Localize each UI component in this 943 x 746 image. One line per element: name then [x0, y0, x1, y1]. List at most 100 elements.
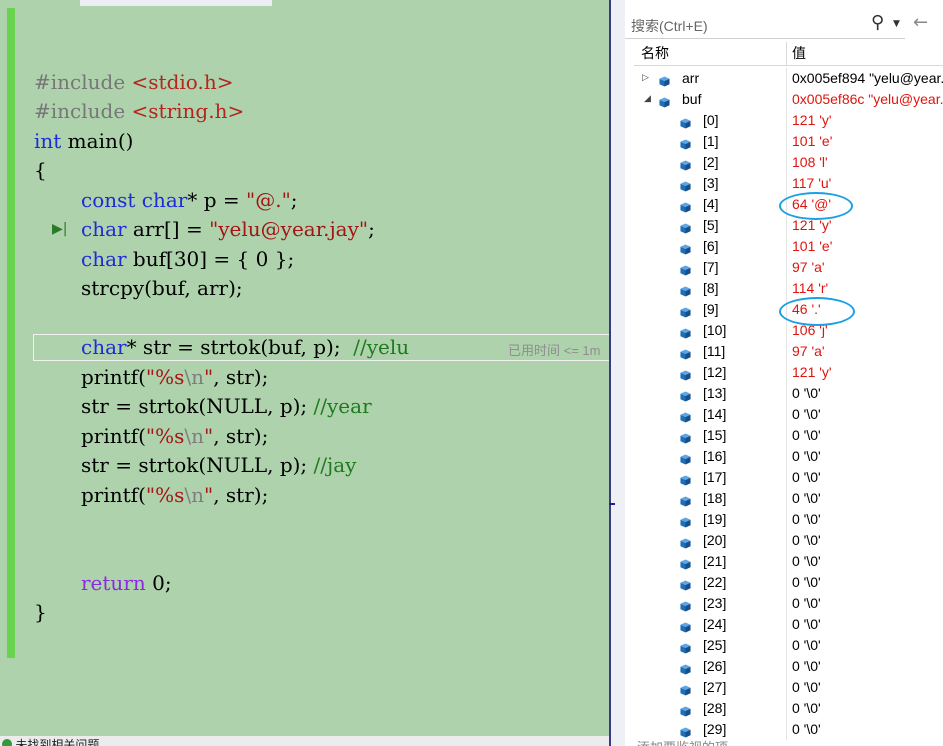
- watch-row[interactable]: [7] 97 'a': [625, 257, 943, 278]
- watch-item-value[interactable]: 101 'e': [792, 236, 832, 257]
- code-text: {: [34, 158, 47, 182]
- watch-item-value[interactable]: 0 '\0': [792, 488, 821, 509]
- watch-item-value[interactable]: 117 'u': [792, 173, 831, 194]
- watch-row[interactable]: [17] 0 '\0': [625, 467, 943, 488]
- watch-row[interactable]: [15] 0 '\0': [625, 425, 943, 446]
- watch-item-name: [20]: [703, 532, 727, 548]
- watch-item-value[interactable]: 0 '\0': [792, 425, 821, 446]
- watch-row[interactable]: [0] 121 'y': [625, 110, 943, 131]
- triangle-right-icon[interactable]: ▷: [642, 68, 649, 89]
- watch-item-value[interactable]: 97 'a': [792, 257, 825, 278]
- code-line-6: char arr[] = "yelu@year.jay";: [81, 214, 375, 244]
- cube-icon: [680, 345, 691, 360]
- watch-item-value[interactable]: 0x005ef86c "yelu@year.jay": [792, 89, 943, 110]
- watch-row[interactable]: [16] 0 '\0': [625, 446, 943, 467]
- string-literal: "%s: [145, 365, 185, 389]
- watch-item-name: [4]: [703, 196, 719, 212]
- watch-row[interactable]: ▷ arr 0x005ef894 "yelu@year.jay": [625, 68, 943, 89]
- watch-row[interactable]: [24] 0 '\0': [625, 614, 943, 635]
- watch-item-value[interactable]: 0 '\0': [792, 677, 821, 698]
- code-line-2: #include <string.h>: [34, 96, 244, 126]
- chevron-down-icon[interactable]: ▼: [893, 19, 900, 29]
- watch-item-value[interactable]: 121 'y': [792, 110, 832, 131]
- watch-row[interactable]: [13] 0 '\0': [625, 383, 943, 404]
- preprocessor: #include: [34, 70, 126, 94]
- watch-item-value[interactable]: 101 'e': [792, 131, 832, 152]
- column-divider: [786, 383, 787, 404]
- watch-item-value[interactable]: 0x005ef894 "yelu@year.jay": [792, 68, 943, 89]
- keyword: int: [34, 129, 62, 153]
- current-statement-icon[interactable]: ▶|: [52, 221, 67, 237]
- code-line-7: char buf[30] = { 0 };: [81, 244, 294, 274]
- watch-row[interactable]: [21] 0 '\0': [625, 551, 943, 572]
- column-divider: [786, 278, 787, 299]
- include-path: <string.h>: [131, 99, 245, 123]
- watch-item-value[interactable]: 0 '\0': [792, 467, 821, 488]
- watch-row[interactable]: [14] 0 '\0': [625, 404, 943, 425]
- watch-row[interactable]: [18] 0 '\0': [625, 488, 943, 509]
- add-watch-item[interactable]: 添加要监视的项: [637, 737, 728, 746]
- watch-row[interactable]: [28] 0 '\0': [625, 698, 943, 719]
- search-icon[interactable]: ⚲: [871, 12, 884, 33]
- watch-item-value[interactable]: 97 'a': [792, 341, 825, 362]
- watch-item-value[interactable]: 0 '\0': [792, 572, 821, 593]
- watch-item-value[interactable]: 0 '\0': [792, 404, 821, 425]
- watch-row[interactable]: [27] 0 '\0': [625, 677, 943, 698]
- watch-item-value[interactable]: 0 '\0': [792, 635, 821, 656]
- watch-item-value[interactable]: 121 'y': [792, 362, 832, 383]
- perf-tip[interactable]: 已用时间 <= 1m: [508, 340, 600, 359]
- watch-item-value[interactable]: 108 'l': [792, 152, 828, 173]
- watch-item-value[interactable]: 0 '\0': [792, 614, 821, 635]
- watch-item-name: [11]: [703, 343, 726, 359]
- watch-item-name: [27]: [703, 679, 727, 695]
- watch-item-value[interactable]: 0 '\0': [792, 593, 821, 614]
- column-header-name[interactable]: 名称: [641, 42, 669, 65]
- code-text: buf[30] = { 0 };: [126, 247, 295, 271]
- code-editor[interactable]: #include <stdio.h> #include <string.h> i…: [0, 0, 609, 746]
- watch-row[interactable]: [2] 108 'l': [625, 152, 943, 173]
- watch-row[interactable]: [3] 117 'u': [625, 173, 943, 194]
- column-divider[interactable]: [786, 42, 787, 65]
- watch-item-value[interactable]: 0 '\0': [792, 383, 821, 404]
- cube-icon: [680, 660, 691, 675]
- watch-item-value[interactable]: 114 'r': [792, 278, 828, 299]
- watch-row[interactable]: [5] 121 'y': [625, 215, 943, 236]
- code-line-15: return 0;: [81, 568, 172, 598]
- watch-row[interactable]: [11] 97 'a': [625, 341, 943, 362]
- watch-row[interactable]: [19] 0 '\0': [625, 509, 943, 530]
- scrollbar-track[interactable]: [609, 0, 611, 746]
- annotation-circle-dot: [779, 297, 855, 326]
- watch-row[interactable]: [23] 0 '\0': [625, 593, 943, 614]
- watch-item-value[interactable]: 0 '\0': [792, 446, 821, 467]
- pane-splitter[interactable]: [609, 0, 625, 746]
- watch-item-name: [18]: [703, 490, 727, 506]
- watch-row[interactable]: [25] 0 '\0': [625, 635, 943, 656]
- code-text: ;: [290, 188, 298, 212]
- watch-item-name: [9]: [703, 301, 719, 317]
- watch-item-value[interactable]: 0 '\0': [792, 509, 821, 530]
- back-arrow-icon[interactable]: ←: [913, 12, 928, 33]
- watch-item-value[interactable]: 0 '\0': [792, 551, 821, 572]
- watch-item-value[interactable]: 0 '\0': [792, 698, 821, 719]
- watch-item-value[interactable]: 0 '\0': [792, 530, 821, 551]
- watch-item-name: [13]: [703, 385, 727, 401]
- watch-row[interactable]: [8] 114 'r': [625, 278, 943, 299]
- watch-item-name: [8]: [703, 280, 719, 296]
- watch-row[interactable]: [22] 0 '\0': [625, 572, 943, 593]
- column-divider: [786, 446, 787, 467]
- code-text: , str);: [213, 365, 269, 389]
- watch-row[interactable]: [10] 106 'j': [625, 320, 943, 341]
- watch-row[interactable]: [26] 0 '\0': [625, 656, 943, 677]
- watch-row[interactable]: ◢ buf 0x005ef86c "yelu@year.jay": [625, 89, 943, 110]
- watch-search-input[interactable]: [629, 14, 863, 38]
- watch-item-value[interactable]: 0 '\0': [792, 656, 821, 677]
- triangle-down-icon[interactable]: ◢: [644, 89, 651, 110]
- watch-item-value[interactable]: 0 '\0': [792, 719, 821, 740]
- watch-row[interactable]: [6] 101 'e': [625, 236, 943, 257]
- watch-row[interactable]: [1] 101 'e': [625, 131, 943, 152]
- cube-icon: [680, 219, 691, 234]
- column-header-value[interactable]: 值: [792, 42, 806, 65]
- watch-row[interactable]: [20] 0 '\0': [625, 530, 943, 551]
- code-line-14: printf("%s\n", str);: [81, 480, 268, 510]
- watch-row[interactable]: [12] 121 'y': [625, 362, 943, 383]
